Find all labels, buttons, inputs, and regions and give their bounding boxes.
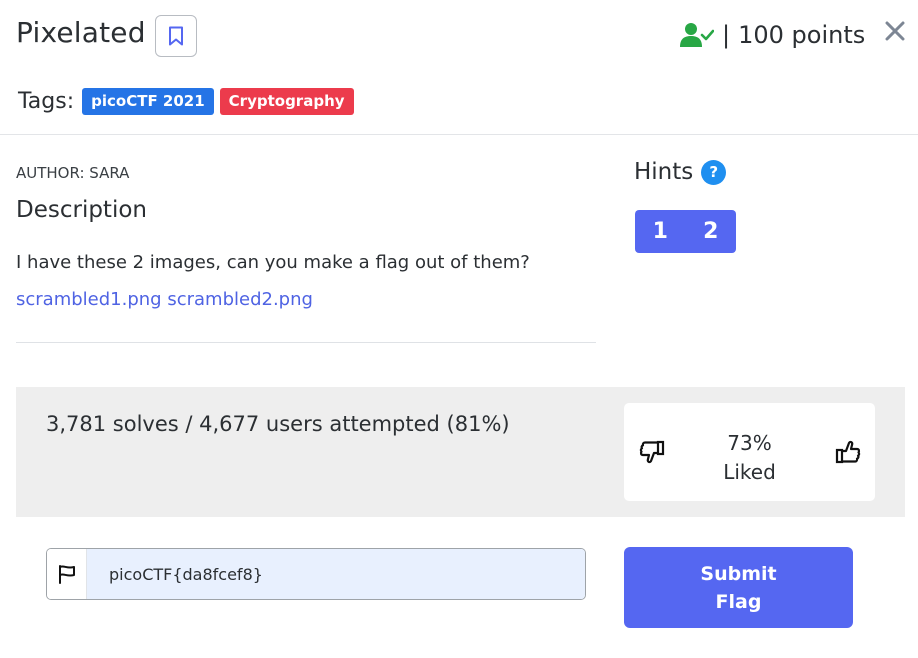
flag-icon-box (47, 549, 87, 599)
hint-2-button[interactable]: 2 (686, 210, 737, 253)
bookmark-button[interactable] (155, 15, 197, 57)
hint-1-button[interactable]: 1 (635, 210, 686, 253)
thumbs-up-icon (835, 440, 861, 464)
tags-row: Tags: picoCTF 2021 Cryptography (18, 88, 360, 115)
thumbs-up-button[interactable] (835, 439, 861, 469)
bookmark-icon (169, 26, 183, 46)
file-links: scrambled1.png scrambled2.png (16, 289, 313, 310)
hints-label: Hints (634, 159, 694, 185)
submit-flag-label: Submit Flag (700, 562, 777, 613)
points-value: 100 points (738, 21, 866, 49)
page-title: Pixelated (16, 16, 146, 49)
hint-button-group: 1 2 (635, 210, 736, 253)
tag-picoctf-2021[interactable]: picoCTF 2021 (82, 88, 214, 115)
flag-icon (58, 565, 75, 584)
tag-cryptography[interactable]: Cryptography (219, 88, 354, 115)
stats-panel: 3,781 solves / 4,677 users attempted (81… (16, 387, 905, 517)
solves-count: 3,781 solves / 4,677 users attempted (81… (46, 412, 510, 436)
description-text: I have these 2 images, can you make a fl… (16, 252, 530, 273)
file-link-scrambled2[interactable]: scrambled2.png (167, 289, 313, 310)
submit-flag-button[interactable]: Submit Flag (624, 547, 853, 628)
file-link-scrambled1[interactable]: scrambled1.png (16, 289, 162, 310)
description-heading: Description (16, 197, 147, 223)
tags-label: Tags: (18, 89, 75, 114)
header-divider (0, 134, 918, 135)
hints-heading: Hints ? (634, 159, 727, 185)
user-check-icon (680, 23, 714, 47)
close-button[interactable] (882, 18, 908, 44)
flag-input-group (46, 548, 586, 600)
description-divider (16, 342, 596, 343)
close-icon (885, 21, 905, 41)
points-separator: | (722, 21, 731, 49)
points-display: | 100 points (680, 18, 865, 52)
like-card: 73% Liked (624, 403, 875, 501)
author-label: AUTHOR: SARA (16, 164, 130, 182)
help-icon[interactable]: ? (701, 159, 727, 185)
flag-input[interactable] (87, 549, 585, 599)
